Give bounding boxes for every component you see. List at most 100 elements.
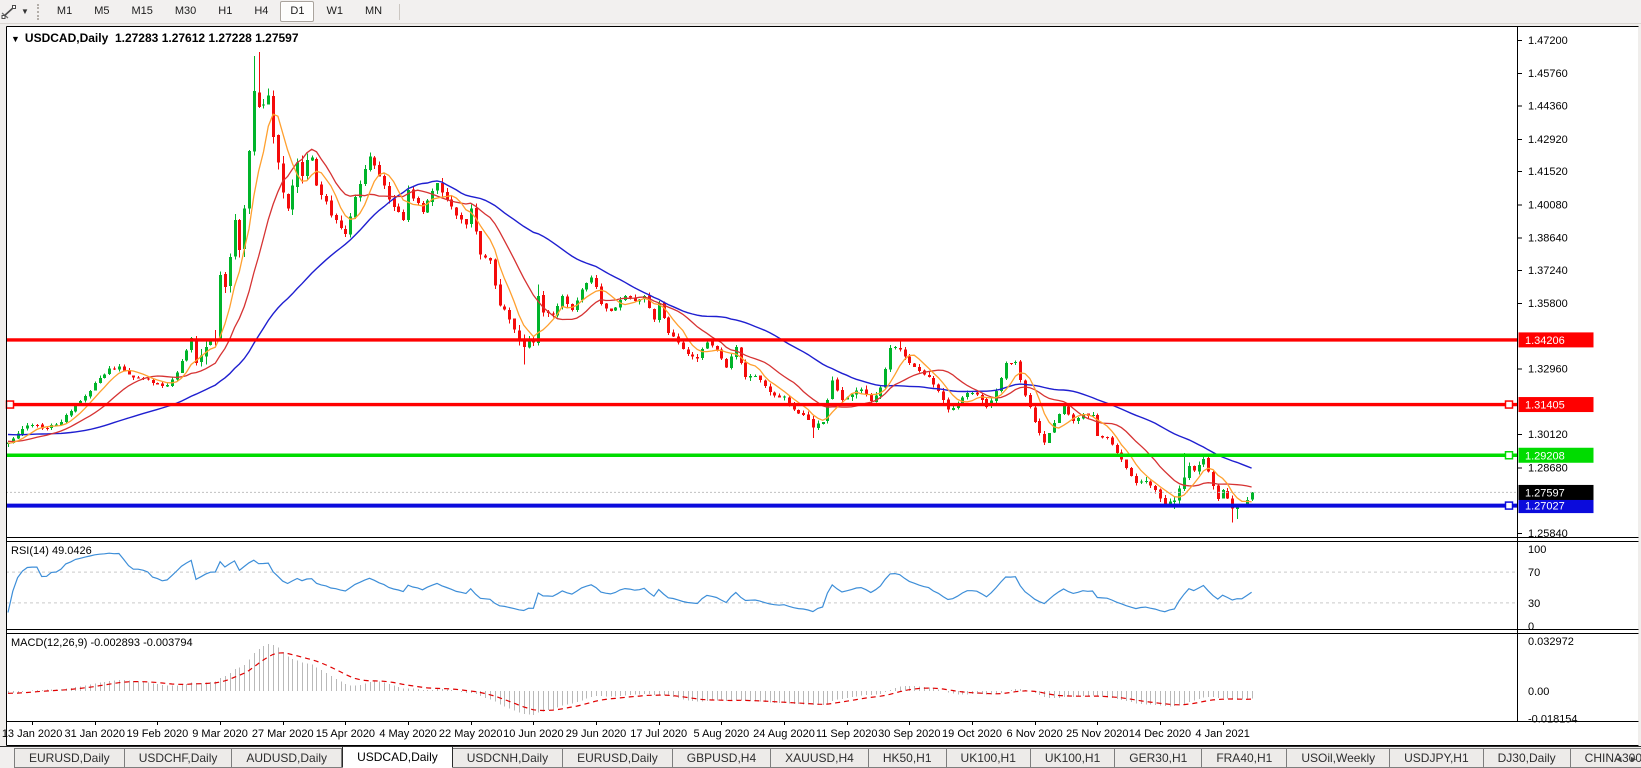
chart-tab-bar: EURUSD,Daily USDCHF,Daily AUDUSD,Daily USDC… bbox=[0, 746, 1641, 768]
svg-text:1.34206: 1.34206 bbox=[1525, 335, 1565, 347]
chart-tab-ger30-h1[interactable]: GER30,H1 bbox=[1115, 748, 1203, 768]
timeframe-button-M5[interactable]: M5 bbox=[84, 1, 119, 22]
date-axis-label: 6 Nov 2020 bbox=[1007, 728, 1063, 740]
chart-tab-gbpusd-h4[interactable]: GBPUSD,H4 bbox=[672, 748, 772, 768]
svg-text:1.27027: 1.27027 bbox=[1525, 501, 1565, 513]
date-axis-label: 11 Sep 2020 bbox=[816, 728, 878, 740]
date-axis-label: 31 Jan 2020 bbox=[64, 728, 125, 740]
hline-handle[interactable] bbox=[1504, 501, 1514, 510]
rsi-indicator-label: RSI(14) 49.0426 bbox=[11, 545, 92, 557]
date-axis-label: 17 Jul 2020 bbox=[630, 728, 687, 740]
date-axis-label: 10 Jun 2020 bbox=[503, 728, 564, 740]
chart-ohlc-header[interactable]: ▼ USDCAD,Daily 1.27283 1.27612 1.27228 1.… bbox=[11, 31, 299, 45]
date-axis-label: 22 May 2020 bbox=[439, 728, 503, 740]
date-axis-label: 24 Aug 2020 bbox=[753, 728, 815, 740]
macd-axis-label: 0.00 bbox=[1528, 686, 1549, 698]
svg-text:1.29208: 1.29208 bbox=[1525, 450, 1565, 462]
timeframe-button-D1[interactable]: D1 bbox=[280, 1, 315, 22]
date-axis-label: 14 Dec 2020 bbox=[1129, 728, 1191, 740]
chart-tab-audusd-daily[interactable]: AUDUSD,Daily bbox=[232, 748, 343, 768]
date-axis-label: 4 Jan 2021 bbox=[1195, 728, 1249, 740]
svg-text:1.31405: 1.31405 bbox=[1525, 400, 1565, 412]
date-axis-label: 19 Feb 2020 bbox=[127, 728, 189, 740]
date-axis-label: 15 Apr 2020 bbox=[316, 728, 375, 740]
hline-handle[interactable] bbox=[5, 400, 15, 409]
timeframe-toolbar: ▼ M1 M5 M15 M30 H1 H4 D1 W1 MN bbox=[0, 0, 1641, 24]
date-axis-label: 13 Jan 2020 bbox=[2, 728, 63, 740]
tab-scroll-right-icon[interactable]: ► bbox=[1629, 754, 1638, 764]
timeframe-button-M30[interactable]: M30 bbox=[165, 1, 206, 22]
price-axis-label: 1.35800 bbox=[1528, 298, 1568, 310]
hline-price-tag-1.29208: 1.29208 bbox=[1518, 447, 1594, 463]
timeframe-button-H4[interactable]: H4 bbox=[244, 1, 278, 22]
ohlc-high: 1.27612 bbox=[161, 31, 206, 45]
hline-handle[interactable] bbox=[1504, 400, 1514, 409]
date-axis-label: 30 Sep 2020 bbox=[878, 728, 940, 740]
chart-tab-eurusd-daily[interactable]: EURUSD,Daily bbox=[14, 748, 125, 768]
date-axis-label: 25 Nov 2020 bbox=[1066, 728, 1128, 740]
date-axis-label: 9 Mar 2020 bbox=[192, 728, 248, 740]
price-axis-label: 1.47200 bbox=[1528, 35, 1568, 47]
macd-axis-label: 0.032972 bbox=[1528, 636, 1574, 648]
price-axis-label: 1.25840 bbox=[1528, 528, 1568, 540]
macd-indicator-label: MACD(12,26,9) -0.002893 -0.003794 bbox=[11, 637, 193, 649]
chart-canvas: 1.47200 1.45760 1.44360 1.42920 1.41520 1.400… bbox=[2, 26, 1639, 746]
price-axis-label: 1.28680 bbox=[1528, 462, 1568, 474]
current-price-tag: 1.27597 bbox=[1518, 484, 1594, 500]
chevron-down-icon[interactable]: ▼ bbox=[20, 7, 34, 16]
timeframe-button-M15[interactable]: M15 bbox=[121, 1, 162, 22]
price-axis-label: 1.40080 bbox=[1528, 199, 1568, 211]
macd-values: -0.002893 -0.003794 bbox=[90, 637, 193, 649]
macd-axis-label: -0.018154 bbox=[1528, 714, 1578, 726]
toolbar-separator bbox=[399, 3, 401, 20]
price-axis-label: 1.37240 bbox=[1528, 265, 1568, 277]
price-axis-label: 1.30120 bbox=[1528, 429, 1568, 441]
price-axis-label: 1.44360 bbox=[1528, 101, 1568, 113]
date-axis-label: 4 May 2020 bbox=[379, 728, 436, 740]
chart-tab-fra40-h1[interactable]: FRA40,H1 bbox=[1202, 748, 1288, 768]
rsi-value: 49.0426 bbox=[51, 545, 92, 557]
hline-price-tag-1.31405: 1.31405 bbox=[1518, 397, 1594, 413]
chart-symbol: USDCAD,Daily bbox=[24, 31, 109, 45]
ohlc-open: 1.27283 bbox=[114, 31, 159, 45]
price-axis-label: 1.38640 bbox=[1528, 233, 1568, 245]
tab-scroll-buttons: ◄ ► bbox=[1614, 754, 1638, 764]
date-axis-label: 27 Mar 2020 bbox=[252, 728, 314, 740]
chart-tab-usdchf-daily[interactable]: USDCHF,Daily bbox=[124, 748, 233, 768]
date-axis-label: 5 Aug 2020 bbox=[694, 728, 750, 740]
price-axis-label: 1.45760 bbox=[1528, 68, 1568, 80]
toolbar-grip bbox=[36, 3, 39, 20]
hline-price-tag-1.27027: 1.27027 bbox=[1518, 498, 1594, 514]
timeframe-button-H1[interactable]: H1 bbox=[208, 1, 242, 22]
rsi-axis-label: 30 bbox=[1528, 598, 1540, 610]
chart-tab-hk50-h1[interactable]: HK50,H1 bbox=[868, 748, 947, 768]
line-studies-icon[interactable] bbox=[0, 3, 20, 21]
symbol-dropdown-icon[interactable]: ▼ bbox=[11, 34, 20, 44]
ohlc-close: 1.27597 bbox=[255, 31, 299, 45]
chart-tab-uk100-h1[interactable]: UK100,H1 bbox=[1030, 748, 1116, 768]
ohlc-low: 1.27228 bbox=[208, 31, 252, 45]
chart-tab-xauusd-h4[interactable]: XAUUSD,H4 bbox=[771, 748, 869, 768]
chart-tab-eurusd-daily[interactable]: EURUSD,Daily bbox=[563, 748, 673, 768]
price-axis-label: 1.32960 bbox=[1528, 364, 1568, 376]
rsi-axis-label: 70 bbox=[1528, 567, 1540, 579]
hline-price-tag-1.34206: 1.34206 bbox=[1518, 332, 1594, 348]
rsi-axis-label: 0 bbox=[1528, 621, 1534, 633]
timeframe-button-MN[interactable]: MN bbox=[355, 1, 392, 22]
timeframe-button-W1[interactable]: W1 bbox=[316, 1, 353, 22]
chart-tab-usdcnh-daily[interactable]: USDCNH,Daily bbox=[452, 748, 564, 768]
chart-tab-uk100-h1[interactable]: UK100,H1 bbox=[946, 748, 1031, 768]
timeframe-buttons: M1 M5 M15 M30 H1 H4 D1 W1 MN bbox=[46, 1, 393, 22]
chart-tab-usdjpy-h1[interactable]: USDJPY,H1 bbox=[1390, 748, 1484, 768]
chart-tab-dj30-daily[interactable]: DJ30,Daily bbox=[1483, 748, 1571, 768]
chart-tab-usdcad-daily[interactable]: USDCAD,Daily bbox=[342, 746, 453, 768]
mt4-terminal: { "toolbar": { "tool_icon": "line-studie… bbox=[0, 0, 1641, 768]
timeframe-button-M1[interactable]: M1 bbox=[47, 1, 82, 22]
chart-tab-usoil-weekly[interactable]: USOil,Weekly bbox=[1287, 748, 1391, 768]
date-axis-label: 19 Oct 2020 bbox=[942, 728, 1002, 740]
svg-text:1.27597: 1.27597 bbox=[1525, 487, 1565, 499]
date-axis-label: 29 Jun 2020 bbox=[566, 728, 627, 740]
price-axis-label: 1.42920 bbox=[1528, 134, 1568, 146]
tab-scroll-left-icon[interactable]: ◄ bbox=[1614, 754, 1623, 764]
hline-handle[interactable] bbox=[1504, 451, 1514, 460]
